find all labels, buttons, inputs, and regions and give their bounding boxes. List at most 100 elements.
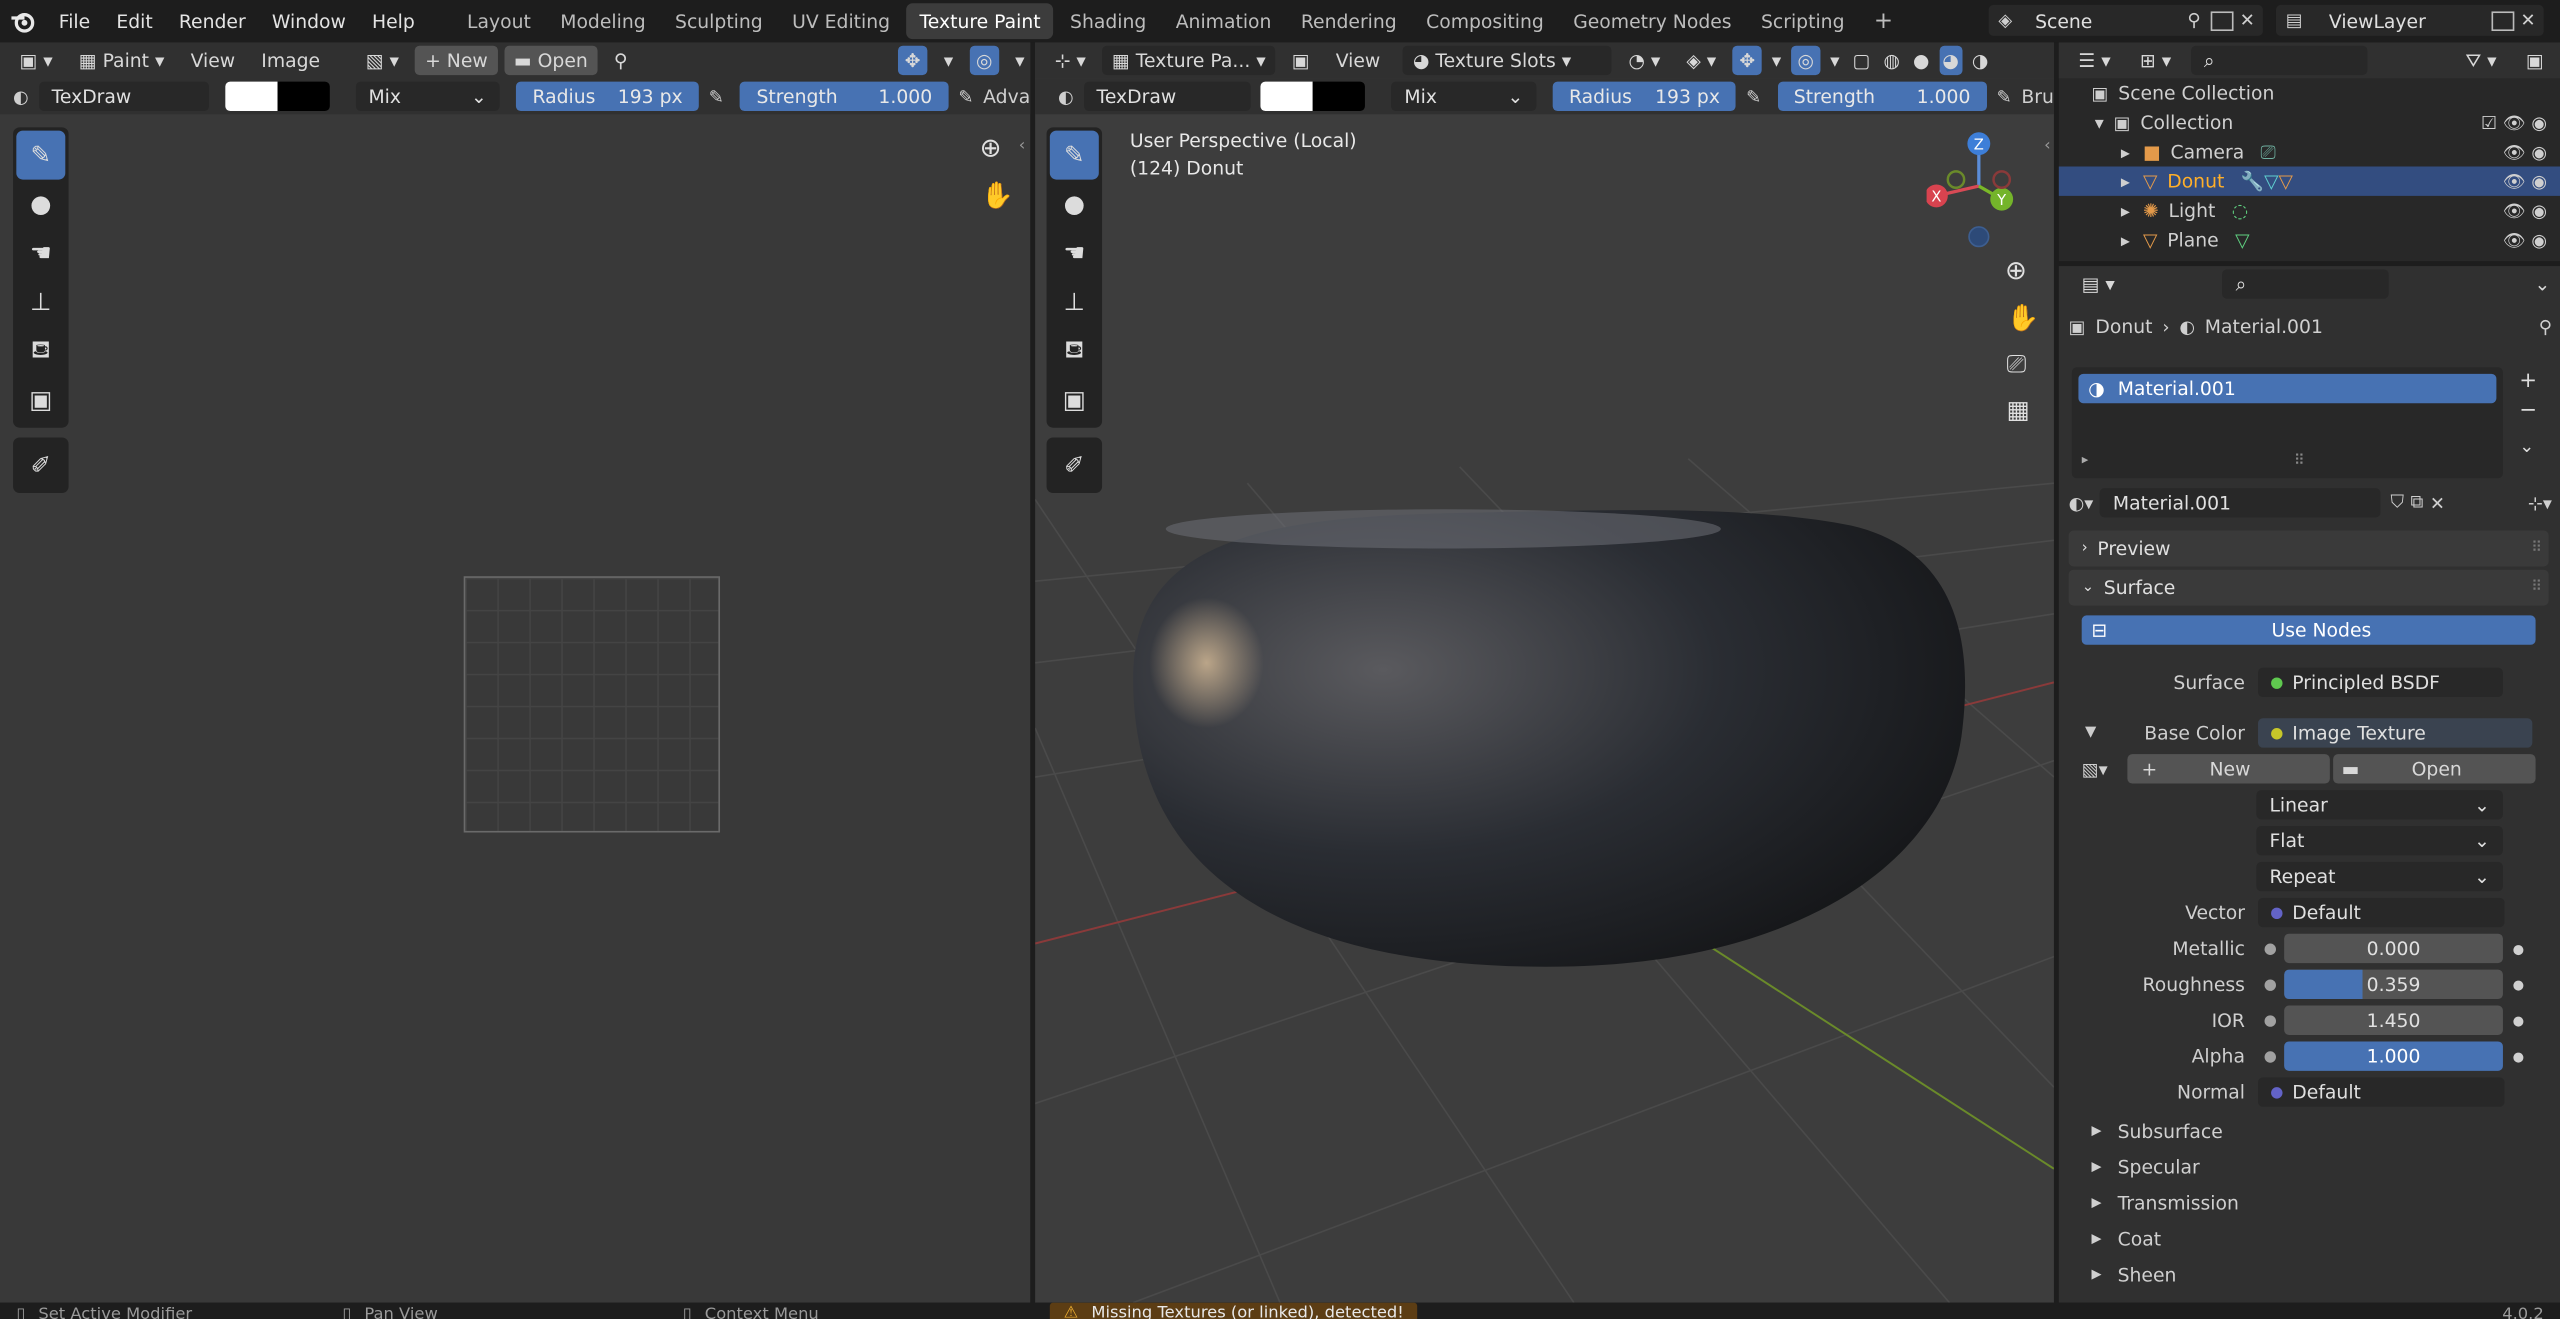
new-collection-icon[interactable]: ▣ bbox=[2516, 46, 2553, 75]
tab-animation[interactable]: Animation bbox=[1163, 3, 1285, 39]
vector-field[interactable]: Default bbox=[2258, 897, 2505, 928]
slot-specials-icon[interactable]: ⌄ bbox=[2519, 433, 2537, 462]
donut-toggles[interactable]: 👁 ◉ bbox=[2503, 171, 2547, 192]
secondary-color-swatch[interactable] bbox=[277, 81, 330, 112]
blender-logo-icon[interactable] bbox=[0, 8, 46, 34]
ior-field[interactable]: 1.450 bbox=[2284, 1005, 2503, 1035]
mask-tool-icon[interactable]: ▣ bbox=[16, 375, 65, 424]
menu-view[interactable]: View bbox=[1326, 46, 1390, 75]
sidebar-toggle-icon[interactable]: ‹ bbox=[2044, 137, 2051, 155]
pin-icon[interactable]: ⚲ bbox=[2187, 10, 2200, 31]
tab-modeling[interactable]: Modeling bbox=[547, 3, 659, 39]
tab-sculpting[interactable]: Sculpting bbox=[662, 3, 776, 39]
brush-name-field[interactable]: TexDraw bbox=[38, 81, 209, 112]
new-image-button[interactable]: + New bbox=[415, 45, 498, 76]
menu-help[interactable]: Help bbox=[359, 0, 428, 42]
menu-file[interactable]: File bbox=[46, 0, 104, 42]
tab-compositing[interactable]: Compositing bbox=[1413, 3, 1557, 39]
menu-view[interactable]: View bbox=[181, 46, 245, 75]
subsection-specular[interactable]: ▶ Specular bbox=[2091, 1149, 2548, 1185]
image-new-button[interactable]: + New bbox=[2127, 754, 2330, 784]
overlay-toggle-icon[interactable]: ◎ bbox=[969, 45, 999, 76]
pin-icon[interactable]: ⚲ bbox=[604, 46, 637, 75]
menu-render[interactable]: Render bbox=[166, 0, 259, 42]
gizmo-dropdown-icon[interactable]: ▾ bbox=[1768, 46, 1784, 75]
editor-type-dropdown[interactable]: ▣ ▾ bbox=[10, 46, 63, 75]
alpha-slider[interactable]: 1.000 bbox=[2284, 1041, 2503, 1071]
preview-panel-header[interactable]: › Preview ⠿ bbox=[2068, 530, 2549, 567]
display-mode-icon[interactable]: ⊞ ▾ bbox=[2130, 46, 2181, 75]
gizmo-toggle-icon[interactable]: ✥ bbox=[1732, 45, 1762, 76]
options-dropdown-icon[interactable]: ⌄ bbox=[2525, 269, 2560, 298]
primary-color-swatch[interactable] bbox=[224, 81, 278, 112]
image-browse-icon[interactable]: ▧▾ bbox=[2082, 758, 2124, 779]
mode-dropdown[interactable]: ▦ Texture Pa... ▾ bbox=[1102, 45, 1276, 76]
view-dropdown-icon[interactable]: ▣ bbox=[1282, 46, 1319, 75]
strength-field[interactable]: Strength 1.000 bbox=[740, 81, 949, 112]
add-workspace-icon[interactable]: + bbox=[1861, 3, 1906, 39]
tab-uv-editing[interactable]: UV Editing bbox=[779, 3, 903, 39]
light-toggles[interactable]: 👁 ◉ bbox=[2503, 200, 2547, 221]
radius-field[interactable]: Radius 193 px bbox=[516, 81, 699, 112]
close-icon[interactable]: ✕ bbox=[2521, 10, 2536, 31]
zoom-icon[interactable]: ⊕ bbox=[2005, 255, 2027, 286]
interpolation-dropdown[interactable]: Linear ⌄ bbox=[2256, 790, 2503, 820]
pressure-strength-icon[interactable]: ✎ bbox=[958, 86, 973, 107]
rendered-shading-icon[interactable]: ◑ bbox=[1969, 46, 1992, 75]
keyframe-dot-icon[interactable]: ● bbox=[2513, 1049, 2524, 1064]
fake-user-shield-icon[interactable]: ⛉ bbox=[2390, 491, 2403, 514]
menu-edit[interactable]: Edit bbox=[103, 0, 166, 42]
wireframe-shading-icon[interactable]: ◍ bbox=[1880, 46, 1903, 75]
color-swatches[interactable] bbox=[224, 81, 330, 112]
draw-tool-icon[interactable]: ✎ bbox=[16, 130, 66, 180]
pressure-strength-icon[interactable]: ✎ bbox=[1997, 86, 2012, 107]
use-nodes-button[interactable]: ⊟ Use Nodes bbox=[2081, 615, 2536, 645]
surface-shader-field[interactable]: Principled BSDF bbox=[2258, 667, 2503, 698]
projection-dropdown[interactable]: Flat ⌄ bbox=[2256, 825, 2503, 856]
primary-color-swatch[interactable] bbox=[1260, 81, 1313, 112]
keyframe-dot-icon[interactable]: ● bbox=[2513, 977, 2524, 992]
unlink-x-icon[interactable]: ✕ bbox=[2430, 492, 2445, 513]
remove-slot-icon[interactable]: − bbox=[2519, 397, 2537, 426]
fill-tool-icon[interactable]: ⛾ bbox=[1050, 326, 1099, 375]
collapse-arrow-icon[interactable]: ▾ bbox=[2095, 112, 2104, 133]
subsection-transmission[interactable]: ▶ Transmission bbox=[2091, 1185, 2548, 1221]
menu-image[interactable]: Image bbox=[251, 46, 329, 75]
clone-tool-icon[interactable]: ⊥ bbox=[16, 278, 65, 327]
soften-tool-icon[interactable]: ● bbox=[16, 180, 65, 229]
draw-tool-icon[interactable]: ✎ bbox=[1049, 130, 1099, 180]
editor-type-dropdown[interactable]: ☰ ▾ bbox=[2069, 46, 2121, 75]
expand-arrow-icon[interactable]: ▸ bbox=[2082, 452, 2089, 467]
navigation-gizmo[interactable]: Z X Y bbox=[1926, 127, 2045, 251]
expand-arrow-icon[interactable]: ▸ bbox=[2121, 141, 2130, 162]
fill-tool-icon[interactable]: ⛾ bbox=[16, 326, 65, 375]
pressure-radius-icon[interactable]: ✎ bbox=[709, 86, 724, 107]
overlay-dropdown-icon[interactable]: ▾ bbox=[1005, 46, 1034, 75]
metallic-slider[interactable]: 0.000 bbox=[2284, 933, 2503, 964]
tab-texture-paint[interactable]: Texture Paint bbox=[906, 3, 1054, 40]
scene-collection-row[interactable]: ▣ Scene Collection bbox=[2059, 78, 2560, 107]
camera-toggles[interactable]: 👁 ◉ bbox=[2503, 141, 2547, 162]
add-slot-icon[interactable]: + bbox=[2519, 367, 2537, 396]
normal-field[interactable]: Default bbox=[2258, 1077, 2505, 1107]
zoom-icon[interactable]: ⊕ bbox=[980, 132, 1002, 163]
radius-field[interactable]: Radius 193 px bbox=[1552, 81, 1737, 112]
overlay-toggle-icon[interactable]: ◎ bbox=[1790, 45, 1821, 76]
new-scene-icon[interactable] bbox=[2210, 10, 2234, 31]
image-browse-dropdown[interactable]: ▧ ▾ bbox=[356, 46, 409, 75]
drag-handle-icon[interactable]: ⠿ bbox=[2531, 540, 2542, 556]
menu-window[interactable]: Window bbox=[259, 0, 359, 42]
plane-toggles[interactable]: 👁 ◉ bbox=[2503, 229, 2547, 250]
expand-arrow-icon[interactable]: ▸ bbox=[2121, 171, 2130, 192]
surface-panel-header[interactable]: ⌄ Surface ⠿ bbox=[2068, 569, 2549, 606]
hand-pan-icon[interactable]: ✋ bbox=[2007, 302, 2040, 333]
gizmo-dropdown-icon[interactable]: ▾ bbox=[934, 46, 963, 75]
outliner-item-light[interactable]: ▸ ✺ Light ◌ 👁 ◉ bbox=[2059, 196, 2560, 225]
texture-slots-dropdown[interactable]: ◕ Texture Slots ▾ bbox=[1403, 45, 1613, 76]
image-open-button[interactable]: ▬ Open bbox=[2333, 754, 2536, 784]
color-swatches[interactable] bbox=[1260, 81, 1366, 112]
expand-arrow-icon[interactable]: ▸ bbox=[2121, 229, 2130, 250]
base-color-link-field[interactable]: Image Texture bbox=[2258, 718, 2533, 748]
viewlayer-selector[interactable]: ▤ ViewLayer ✕ bbox=[2275, 4, 2544, 36]
expand-arrow-icon[interactable]: ▸ bbox=[2121, 200, 2130, 221]
